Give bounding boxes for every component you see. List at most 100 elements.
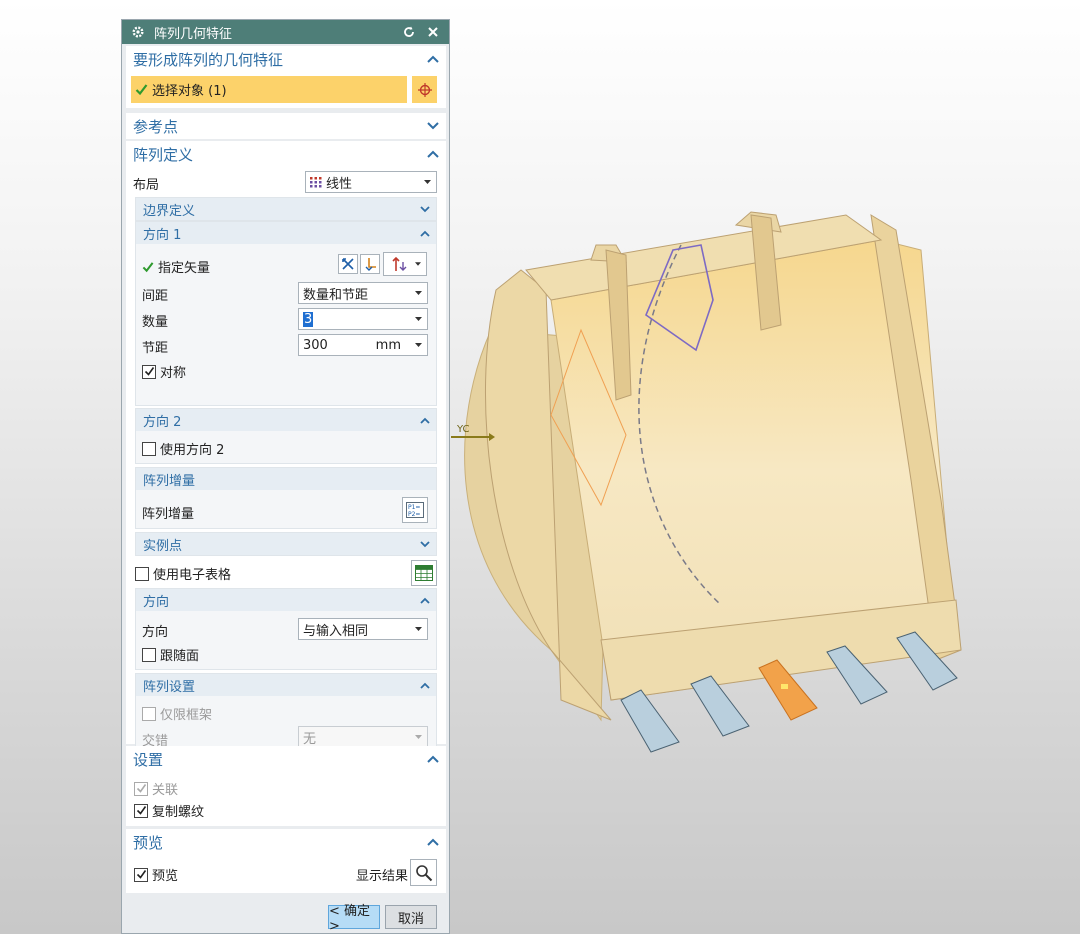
dropdown-arrow-icon: [413, 343, 423, 347]
bucket-tooth[interactable]: [690, 675, 750, 737]
layout-label: 布局: [133, 178, 160, 193]
chevron-up-icon[interactable]: [426, 52, 440, 66]
boundary-definition-header[interactable]: 边界定义: [136, 198, 436, 220]
use-spreadsheet-checkbox[interactable]: [135, 566, 149, 581]
dropdown-arrow-icon: [422, 180, 432, 184]
direction2-header[interactable]: 方向 2: [136, 409, 436, 431]
preview-section: 预览 预览 显示结果: [126, 829, 446, 893]
pitch-label: 节距: [142, 341, 169, 356]
pattern-geometry-dialog: 阵列几何特征 要形成阵列的几何特征 选择对象 (1) 参考点 阵列定义 布局 线…: [121, 19, 450, 934]
symmetric-label: 对称: [160, 366, 187, 381]
instance-point-header[interactable]: 实例点: [136, 533, 436, 555]
linear-layout-icon: [310, 176, 322, 188]
specify-vector-label: 指定矢量: [158, 261, 211, 276]
chevron-up-icon[interactable]: [418, 593, 432, 607]
reference-point-header[interactable]: 参考点: [126, 113, 446, 139]
vector-type-dropdown[interactable]: [383, 252, 427, 276]
gear-icon[interactable]: [130, 24, 146, 40]
geometry-section-title: 要形成阵列的几何特征: [133, 50, 284, 69]
orientation-label: 方向: [142, 625, 169, 640]
stagger-value: 无: [303, 731, 317, 747]
show-result-row: 显示结果: [356, 865, 408, 884]
dialog-titlebar: 阵列几何特征: [122, 20, 449, 44]
symmetric-checkbox[interactable]: [142, 364, 156, 379]
orientation-header[interactable]: 方向: [136, 589, 436, 611]
chevron-down-icon[interactable]: [418, 202, 432, 216]
instance-point-group: 实例点: [135, 532, 437, 556]
vector-icon: [363, 257, 377, 271]
chevron-up-icon[interactable]: [418, 226, 432, 240]
preview-row: 预览: [134, 865, 178, 884]
chevron-up-icon[interactable]: [426, 835, 440, 849]
preview-checkbox[interactable]: [134, 867, 148, 882]
ok-button[interactable]: < 确定 >: [328, 904, 380, 934]
chevron-down-icon[interactable]: [426, 119, 440, 133]
associative-checkbox[interactable]: [134, 781, 148, 796]
specify-vector-row: 指定矢量: [142, 257, 210, 276]
spreadsheet-button[interactable]: [411, 560, 437, 586]
chevron-down-icon[interactable]: [418, 537, 432, 551]
chevron-up-icon[interactable]: [426, 147, 440, 161]
orientation-value: 与输入相同: [303, 623, 369, 639]
bucket-tooth[interactable]: [620, 689, 680, 753]
pattern-definition-header[interactable]: 阵列定义: [126, 141, 446, 167]
frame-only-checkbox[interactable]: [142, 706, 156, 721]
boundary-definition-group: 边界定义: [135, 197, 437, 221]
pattern-increment-label: 阵列增量: [142, 507, 195, 522]
dropdown-arrow-icon: [414, 262, 421, 266]
cancel-button[interactable]: 取消: [385, 905, 437, 929]
select-object-field[interactable]: 选择对象 (1): [131, 76, 407, 103]
use-direction2-checkbox[interactable]: [142, 441, 156, 456]
stagger-select[interactable]: 无: [298, 726, 428, 748]
spacing-row: 间距: [142, 285, 168, 304]
pattern-settings-header[interactable]: 阵列设置: [136, 674, 436, 696]
yc-axis-label: YC: [456, 424, 470, 435]
pitch-input[interactable]: 300 mm: [298, 334, 428, 356]
geometry-section-header[interactable]: 要形成阵列的几何特征: [126, 46, 446, 72]
use-spreadsheet-row: 使用电子表格: [135, 564, 231, 583]
chevron-up-icon[interactable]: [418, 678, 432, 692]
show-result-button[interactable]: [410, 859, 437, 886]
crosshair-icon: [417, 82, 433, 98]
copy-threads-checkbox[interactable]: [134, 803, 148, 818]
spacing-label: 间距: [142, 289, 169, 304]
chevron-up-icon[interactable]: [426, 752, 440, 766]
settings-section: 设置 关联 复制螺纹: [126, 746, 446, 826]
orientation-select[interactable]: 与输入相同: [298, 618, 428, 640]
graphics-viewport[interactable]: YC: [451, 0, 1080, 934]
settings-header[interactable]: 设置: [126, 746, 446, 772]
axis-vector-icon: [390, 256, 412, 272]
ok-button-label: < 确定 >: [329, 904, 371, 934]
dropdown-arrow-icon: [413, 627, 423, 631]
pattern-increment-header[interactable]: 阵列增量: [136, 468, 436, 490]
pitch-row: 节距: [142, 337, 168, 356]
follow-face-checkbox[interactable]: [142, 647, 156, 662]
close-icon[interactable]: [425, 24, 441, 40]
layout-value: 线性: [326, 176, 353, 192]
layout-select[interactable]: 线性: [305, 171, 437, 193]
associative-label: 关联: [152, 783, 179, 798]
chevron-up-icon[interactable]: [418, 413, 432, 427]
count-value: 3: [303, 311, 314, 327]
reset-icon[interactable]: [401, 24, 417, 40]
pattern-increment-button[interactable]: P1= P2=: [402, 497, 428, 523]
direction1-header[interactable]: 方向 1: [136, 222, 436, 244]
dropdown-arrow-icon: [413, 291, 423, 295]
spacing-select[interactable]: 数量和节距: [298, 282, 428, 304]
reverse-direction-button[interactable]: [338, 254, 358, 274]
dropdown-arrow-icon: [413, 735, 423, 739]
reverse-direction-icon: [341, 257, 355, 271]
show-result-label: 显示结果: [356, 869, 409, 884]
pattern-increment-row: 阵列增量: [142, 503, 194, 522]
boundary-definition-title: 边界定义: [143, 203, 196, 219]
check-icon: [142, 261, 154, 273]
check-icon: [135, 83, 148, 96]
pitch-unit: mm: [375, 337, 401, 353]
frame-only-label: 仅限框架: [160, 708, 213, 723]
vector-dialog-button[interactable]: [360, 254, 380, 274]
svg-text:P1=: P1=: [408, 504, 420, 511]
bucket-model: YC: [451, 211, 962, 753]
count-input[interactable]: 3: [298, 308, 428, 330]
crosshair-select-button[interactable]: [410, 76, 437, 103]
preview-header[interactable]: 预览: [126, 829, 446, 855]
